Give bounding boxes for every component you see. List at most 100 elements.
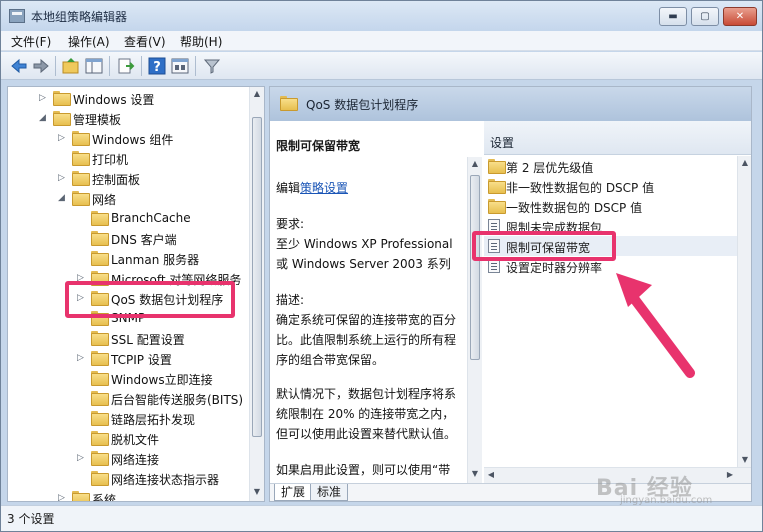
folder-icon: [72, 131, 90, 146]
folder-icon: [488, 199, 506, 214]
tree-item-label: 网络连接: [111, 453, 160, 467]
tree-item[interactable]: 网络连接状态指示器: [8, 468, 248, 488]
filter-icon[interactable]: [202, 56, 222, 76]
description-scrollbar[interactable]: ▲ ▼: [467, 157, 482, 483]
list-item[interactable]: 一致性数据包的 DSCP 值: [484, 196, 737, 216]
annotation-arrow-icon: [616, 273, 695, 378]
scroll-up-icon[interactable]: ▲: [250, 87, 264, 101]
tree-item[interactable]: 打印机: [8, 148, 248, 168]
folder-up-icon[interactable]: [61, 56, 81, 76]
requirements-line-2: 或 Windows Server 2003 系列: [276, 257, 451, 271]
close-button[interactable]: ✕: [723, 7, 757, 26]
minimize-button[interactable]: ▬: [659, 7, 687, 26]
tree-item[interactable]: Lanman 服务器: [8, 248, 248, 268]
tree-item[interactable]: ▷ Windows 组件: [8, 128, 248, 148]
tree-item[interactable]: 脱机文件: [8, 428, 248, 448]
expand-arrow-icon[interactable]: ▷: [58, 492, 68, 501]
list-item[interactable]: 非一致性数据包的 DSCP 值: [484, 176, 737, 196]
tree-item[interactable]: DNS 客户端: [8, 228, 248, 248]
toolbar-separator: [195, 56, 196, 76]
policy-title: 限制可保留带宽: [276, 139, 361, 153]
tree-item-label: DNS 客户端: [111, 233, 177, 247]
folder-icon: [91, 331, 109, 346]
properties-icon[interactable]: [170, 56, 190, 76]
scroll-left-icon[interactable]: ◀: [484, 468, 498, 482]
description-line-2: 比。此值限制系统上运行的所有程: [276, 333, 457, 347]
tree-item[interactable]: ▷ 控制面板: [8, 168, 248, 188]
description-line-1: 确定系统可保留的连接带宽的百分: [276, 313, 457, 327]
expand-arrow-icon[interactable]: ▷: [77, 352, 87, 364]
scroll-down-icon[interactable]: ▼: [250, 485, 264, 499]
folder-icon: [72, 491, 90, 501]
tree-item[interactable]: ◢ 网络: [8, 188, 248, 208]
toolbar: ?: [1, 52, 762, 80]
folder-icon: [91, 451, 109, 466]
expand-arrow-icon[interactable]: ▷: [77, 452, 87, 464]
collapse-arrow-icon[interactable]: ◢: [58, 192, 68, 204]
details-header: QoS 数据包计划程序: [270, 87, 751, 121]
show-hide-tree-icon[interactable]: [84, 56, 104, 76]
expand-arrow-icon: [77, 212, 87, 224]
tree-item[interactable]: Windows立即连接: [8, 368, 248, 388]
tree-item-label: Windows 组件: [92, 133, 174, 147]
toolbar-separator: [109, 56, 110, 76]
tab-extended[interactable]: 扩展: [274, 484, 313, 501]
status-text: 3 个设置: [7, 512, 55, 526]
description-label: 描述:: [276, 293, 305, 307]
expand-arrow-icon: [77, 392, 87, 404]
scroll-thumb[interactable]: [470, 175, 480, 360]
tree-item-label: 网络: [92, 193, 117, 207]
edit-prefix: 编辑: [276, 181, 301, 195]
scroll-up-icon[interactable]: ▲: [468, 157, 482, 171]
tree-item[interactable]: ▷ 系统: [8, 488, 248, 501]
expand-arrow-icon[interactable]: ▷: [39, 92, 49, 104]
watermark-url: jingyan.baidu.com: [620, 495, 713, 506]
tree-item[interactable]: BranchCache: [8, 208, 248, 228]
tree-item-label: TCPIP 设置: [111, 353, 172, 367]
menu-file[interactable]: 文件(F): [11, 33, 51, 50]
folder-icon: [53, 111, 71, 126]
tree-item[interactable]: ▷ TCPIP 设置: [8, 348, 248, 368]
tree-item[interactable]: ▷ 网络连接: [8, 448, 248, 468]
tree-item[interactable]: ▷ Windows 设置: [8, 88, 248, 108]
expand-arrow-icon: [77, 412, 87, 424]
requirements-line-1: 至少 Windows XP Professional: [276, 237, 453, 251]
tab-standard[interactable]: 标准: [310, 484, 349, 501]
folder-icon: [91, 471, 109, 486]
folder-icon: [488, 159, 506, 174]
policy-settings-link[interactable]: 策略设置: [300, 181, 348, 195]
menu-action[interactable]: 操作(A): [68, 33, 110, 50]
tree-item[interactable]: SSL 配置设置: [8, 328, 248, 348]
forward-icon[interactable]: [31, 56, 51, 76]
expand-arrow-icon[interactable]: ▷: [58, 172, 68, 184]
folder-icon: [72, 171, 90, 186]
menu-view[interactable]: 查看(V): [124, 33, 166, 50]
scroll-down-icon[interactable]: ▼: [468, 467, 482, 481]
tree-item[interactable]: 链路层拓扑发现: [8, 408, 248, 428]
tree-item-label: 链路层拓扑发现: [111, 413, 196, 427]
tree-scrollbar[interactable]: ▲ ▼: [249, 87, 264, 501]
column-header-setting[interactable]: 设置: [484, 121, 751, 155]
tree-item[interactable]: ◢ 管理模板: [8, 108, 248, 128]
list-item[interactable]: 第 2 层优先级值: [484, 156, 737, 176]
scroll-down-icon[interactable]: ▼: [738, 453, 751, 467]
tree-item-label: 管理模板: [73, 113, 122, 127]
help-icon[interactable]: ?: [147, 56, 167, 76]
folder-icon: [91, 431, 109, 446]
back-icon[interactable]: [9, 56, 29, 76]
list-scrollbar[interactable]: ▲ ▼: [737, 156, 751, 467]
expand-arrow-icon[interactable]: ▷: [58, 132, 68, 144]
description-line-6: 但可以使用此设置来替代默认值。: [276, 427, 457, 441]
tree-item-label: Lanman 服务器: [111, 253, 200, 267]
maximize-button[interactable]: ▢: [691, 7, 719, 26]
edit-policy-line: 编辑策略设置: [276, 179, 348, 196]
export-list-icon[interactable]: [116, 56, 136, 76]
collapse-arrow-icon[interactable]: ◢: [39, 112, 49, 124]
scroll-up-icon[interactable]: ▲: [738, 156, 751, 170]
status-bar: 3 个设置: [1, 505, 762, 531]
scroll-thumb[interactable]: [252, 117, 262, 437]
scroll-right-icon[interactable]: ▶: [723, 468, 737, 482]
menu-help[interactable]: 帮助(H): [180, 33, 222, 50]
policy-setting-icon: [488, 259, 500, 273]
tree-item[interactable]: 后台智能传送服务(BITS): [8, 388, 248, 408]
